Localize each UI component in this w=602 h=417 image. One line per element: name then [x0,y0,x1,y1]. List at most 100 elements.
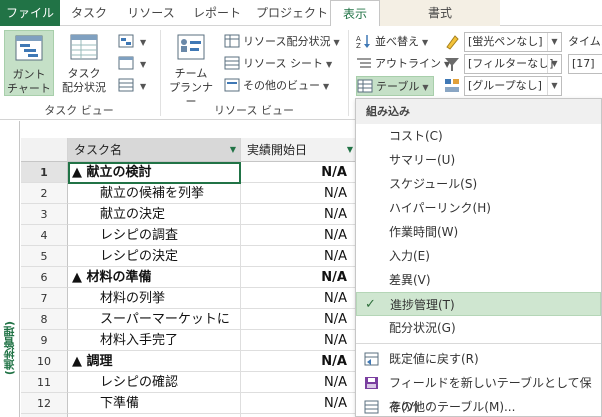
row-id-cell[interactable]: 10 [21,351,68,372]
highlight-select[interactable]: [蛍光ペンなし] ▼ [464,32,562,52]
row-id-cell[interactable]: 6 [21,267,68,288]
highlighter-icon [446,35,459,50]
row-id-cell[interactable]: 7 [21,288,68,309]
actual-start-cell[interactable]: N/A [241,183,358,204]
task-name-cell[interactable]: 下準備 [68,393,241,414]
actual-start-cell[interactable]: N/A [241,204,358,225]
column-header-actual-start[interactable]: 実績開始日 ▼ [241,138,358,162]
menu-item-table[interactable]: 配分状況(G) [356,316,601,340]
reset-icon [364,352,379,366]
actual-start-cell[interactable]: N/A [241,372,358,393]
row-id-cell[interactable]: 2 [21,183,68,204]
menu-item-table[interactable]: ハイパーリンク(H) [356,196,601,220]
resource-usage-button[interactable]: リソース配分状況 ▼ [224,32,340,52]
menu-item-table[interactable]: サマリー(U) [356,148,601,172]
task-usage-button[interactable]: タスク 配分状況 [58,30,110,96]
timescale-select[interactable]: [17] [568,54,602,74]
task-name-cell[interactable]: スーパーマーケットに [68,309,241,330]
menu-item-table[interactable]: 入力(E) [356,244,601,268]
menu-action-item[interactable]: フィールドを新しいテーブルとして保存(V) [356,371,601,414]
row-id-cell[interactable]: 5 [21,246,68,267]
row-id-cell[interactable]: 8 [21,309,68,330]
row-id-cell[interactable]: 1 [21,162,68,183]
menu-item-table[interactable]: コスト(C) [356,124,601,148]
outline-button[interactable]: アウトライン ▼ [356,54,450,74]
filter-icon [445,58,459,71]
menu-separator [356,343,601,344]
task-name-cell[interactable]: レシピの決定 [68,246,241,267]
resource-sheet-label: リソース シート [243,57,323,70]
gantt-chart-label: ガント チャート [7,68,51,95]
autofilter-arrow-icon[interactable]: ▼ [230,138,236,162]
menu-action-item[interactable]: その他のテーブル(M)... [356,395,601,417]
actual-start-cell[interactable]: N/A [241,162,358,183]
summary-task-name-cell[interactable]: ▲ 調理 [68,351,241,372]
task-name-cell[interactable]: 材料の列挙 [68,288,241,309]
menu-item-label: 作業時間(W) [389,225,459,239]
actual-start-cell[interactable]: N/A [241,246,358,267]
network-diagram-icon [118,34,134,48]
group-by-icon [445,79,459,92]
row-id-cell[interactable]: 12 [21,393,68,414]
summary-task-name-cell[interactable]: ▲ 材料の準備 [68,267,241,288]
network-diagram-button[interactable]: ▼ [118,32,146,52]
tab-report[interactable]: レポート [186,0,248,26]
chevron-down-icon: ▼ [547,33,561,51]
select-all-corner[interactable] [21,138,68,162]
tab-task[interactable]: タスク [64,0,114,26]
other-views-button[interactable]: その他のビュー ▼ [224,76,329,96]
actual-start-cell[interactable]: N/A [241,330,358,351]
tab-project[interactable]: プロジェクト [254,0,330,26]
task-name-cell[interactable]: 献立の決定 [68,204,241,225]
gantt-chart-icon [15,35,43,61]
active-cell-cursor [68,162,241,184]
tab-format[interactable]: 書式 [380,0,500,26]
row-id-cell[interactable]: 4 [21,225,68,246]
group-separator [348,30,349,116]
menu-item-label: コスト(C) [389,129,443,143]
other-task-views-button[interactable]: ▼ [118,76,146,96]
calendar-view-button[interactable]: ▼ [118,54,146,74]
timescale-label: タイムス [568,35,602,48]
column-header-label: タスク名 [74,143,123,157]
tables-button[interactable]: テーブル ▼ [356,76,434,96]
task-name-cell[interactable]: レシピの調査 [68,225,241,246]
menu-item-table[interactable]: ✓ 進捗管理(T) [356,292,601,316]
column-header-task-name[interactable]: タスク名 ▼ [68,138,241,162]
menu-action-label: 既定値に戻す(R) [389,352,479,366]
autofilter-arrow-icon[interactable]: ▼ [347,138,353,162]
filter-select[interactable]: [フィルターなし] ▼ [464,54,562,74]
sort-button[interactable]: A Z 並べ替え ▼ [356,32,428,52]
menu-item-table[interactable]: スケジュール(S) [356,172,601,196]
sort-label: 並べ替え [375,35,419,48]
actual-start-cell[interactable]: N/A [241,225,358,246]
task-name-cell[interactable]: 献立の候補を列挙 [68,183,241,204]
row-id-cell[interactable]: 9 [21,330,68,351]
tab-view[interactable]: 表示 [330,0,380,27]
svg-text:Z: Z [356,42,361,48]
menu-item-table[interactable]: 差異(V) [356,268,601,292]
actual-start-cell[interactable]: N/A [241,351,358,372]
tab-resource[interactable]: リソース [120,0,182,26]
actual-start-cell[interactable]: N/A [241,393,358,414]
menu-item-label: 配分状況(G) [389,321,456,335]
task-name-cell[interactable]: レシピの確認 [68,372,241,393]
actual-start-cell[interactable]: N/A [241,288,358,309]
gantt-chart-button[interactable]: ガント チャート [4,30,54,96]
menu-action-item[interactable]: 既定値に戻す(R) [356,347,601,371]
task-name-cell[interactable]: 材料入手完了 [68,330,241,351]
menu-item-table[interactable]: 作業時間(W) [356,220,601,244]
outline-icon [357,58,371,68]
actual-start-cell[interactable]: N/A [241,267,358,288]
team-planner-button[interactable]: チーム プランナー [164,30,218,108]
chevron-down-icon: ▼ [547,55,561,73]
resource-sheet-button[interactable]: リソース シート ▼ [224,54,332,74]
actual-start-cell[interactable]: N/A [241,309,358,330]
row-id-cell[interactable]: 3 [21,204,68,225]
tab-file[interactable]: ファイル [0,0,60,26]
other-views-icon [224,78,240,92]
sort-icon: AZ [356,35,370,48]
group-select[interactable]: [グループなし] ▼ [464,76,562,96]
menu-item-label: スケジュール(S) [389,177,478,191]
row-id-cell[interactable]: 11 [21,372,68,393]
